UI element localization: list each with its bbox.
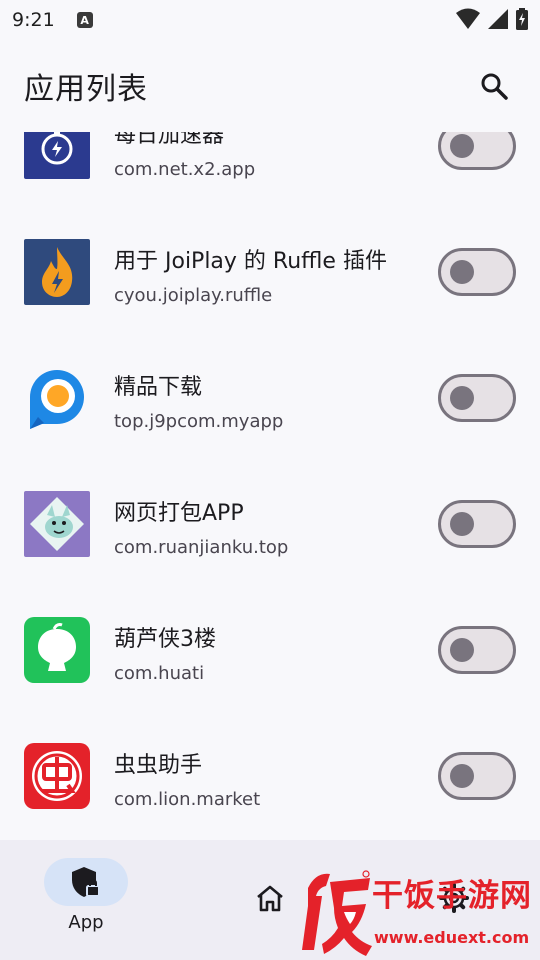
watermark-logo <box>302 870 372 956</box>
app-package: com.ruanjianku.top <box>114 537 289 558</box>
watermark-url: www.eduext.com <box>374 928 530 947</box>
toggle-thumb <box>450 512 474 536</box>
nav-active-indicator <box>44 858 128 906</box>
battery-icon <box>516 8 528 30</box>
enable-toggle[interactable] <box>438 374 516 422</box>
watermark: 干饭手游网 www.eduext.com <box>300 866 540 960</box>
app-name: 虫虫助手 <box>114 753 203 778</box>
enable-toggle[interactable] <box>438 248 516 296</box>
list-item[interactable]: 葫芦侠3楼 com.huati <box>0 590 540 716</box>
dog-sticker-icon <box>24 491 90 557</box>
shield-lock-icon <box>72 867 100 897</box>
search-icon <box>481 73 508 100</box>
notification-app-icon: A <box>76 12 93 28</box>
list-item[interactable]: 精品下载 top.j9pcom.myapp <box>0 338 540 464</box>
toggle-thumb <box>450 134 474 158</box>
app-package: com.lion.market <box>114 789 261 810</box>
list-item[interactable]: 每日加速器 com.net.x2.app <box>0 132 540 212</box>
app-name: 精品下载 <box>114 375 203 400</box>
chong-icon <box>24 743 90 809</box>
watermark-title: 干饭手游网 <box>372 878 532 914</box>
stopwatch-icon <box>24 132 90 179</box>
status-bar: 9:21 A <box>0 0 540 40</box>
status-time: 9:21 <box>12 9 55 31</box>
home-icon <box>252 880 288 916</box>
app-package: com.net.x2.app <box>114 159 256 180</box>
p-logo-icon <box>24 365 90 431</box>
app-list[interactable]: 每日加速器 com.net.x2.app 用于 JoiPlay 的 Ruffle… <box>0 132 540 840</box>
enable-toggle[interactable] <box>438 500 516 548</box>
wifi-icon <box>456 8 480 29</box>
app-name: 网页打包APP <box>114 501 244 526</box>
status-indicators <box>456 8 528 30</box>
top-app-bar: 应用列表 <box>0 40 540 132</box>
enable-toggle[interactable] <box>438 626 516 674</box>
flame-icon <box>24 239 90 305</box>
signal-icon <box>488 9 508 29</box>
app-name: 用于 JoiPlay 的 Ruffle 插件 <box>114 249 387 274</box>
toggle-thumb <box>450 638 474 662</box>
list-item[interactable]: 用于 JoiPlay 的 Ruffle 插件 cyou.joiplay.ruff… <box>0 212 540 338</box>
toggle-thumb <box>450 764 474 788</box>
app-package: cyou.joiplay.ruffle <box>114 285 273 306</box>
nav-label: App <box>68 912 104 933</box>
toggle-thumb <box>450 386 474 410</box>
app-package: com.huati <box>114 663 205 684</box>
app-name: 葫芦侠3楼 <box>114 627 216 652</box>
search-button[interactable] <box>474 66 514 106</box>
toggle-thumb <box>450 260 474 284</box>
page-title: 应用列表 <box>24 72 148 107</box>
list-item[interactable]: 网页打包APP com.ruanjianku.top <box>0 464 540 590</box>
enable-toggle[interactable] <box>438 132 516 170</box>
nav-item-app[interactable]: App <box>0 840 180 960</box>
enable-toggle[interactable] <box>438 752 516 800</box>
app-package: top.j9pcom.myapp <box>114 411 284 432</box>
list-item[interactable]: 虫虫助手 com.lion.market <box>0 716 540 840</box>
app-name: 每日加速器 <box>114 132 225 148</box>
gourd-icon <box>24 617 90 683</box>
